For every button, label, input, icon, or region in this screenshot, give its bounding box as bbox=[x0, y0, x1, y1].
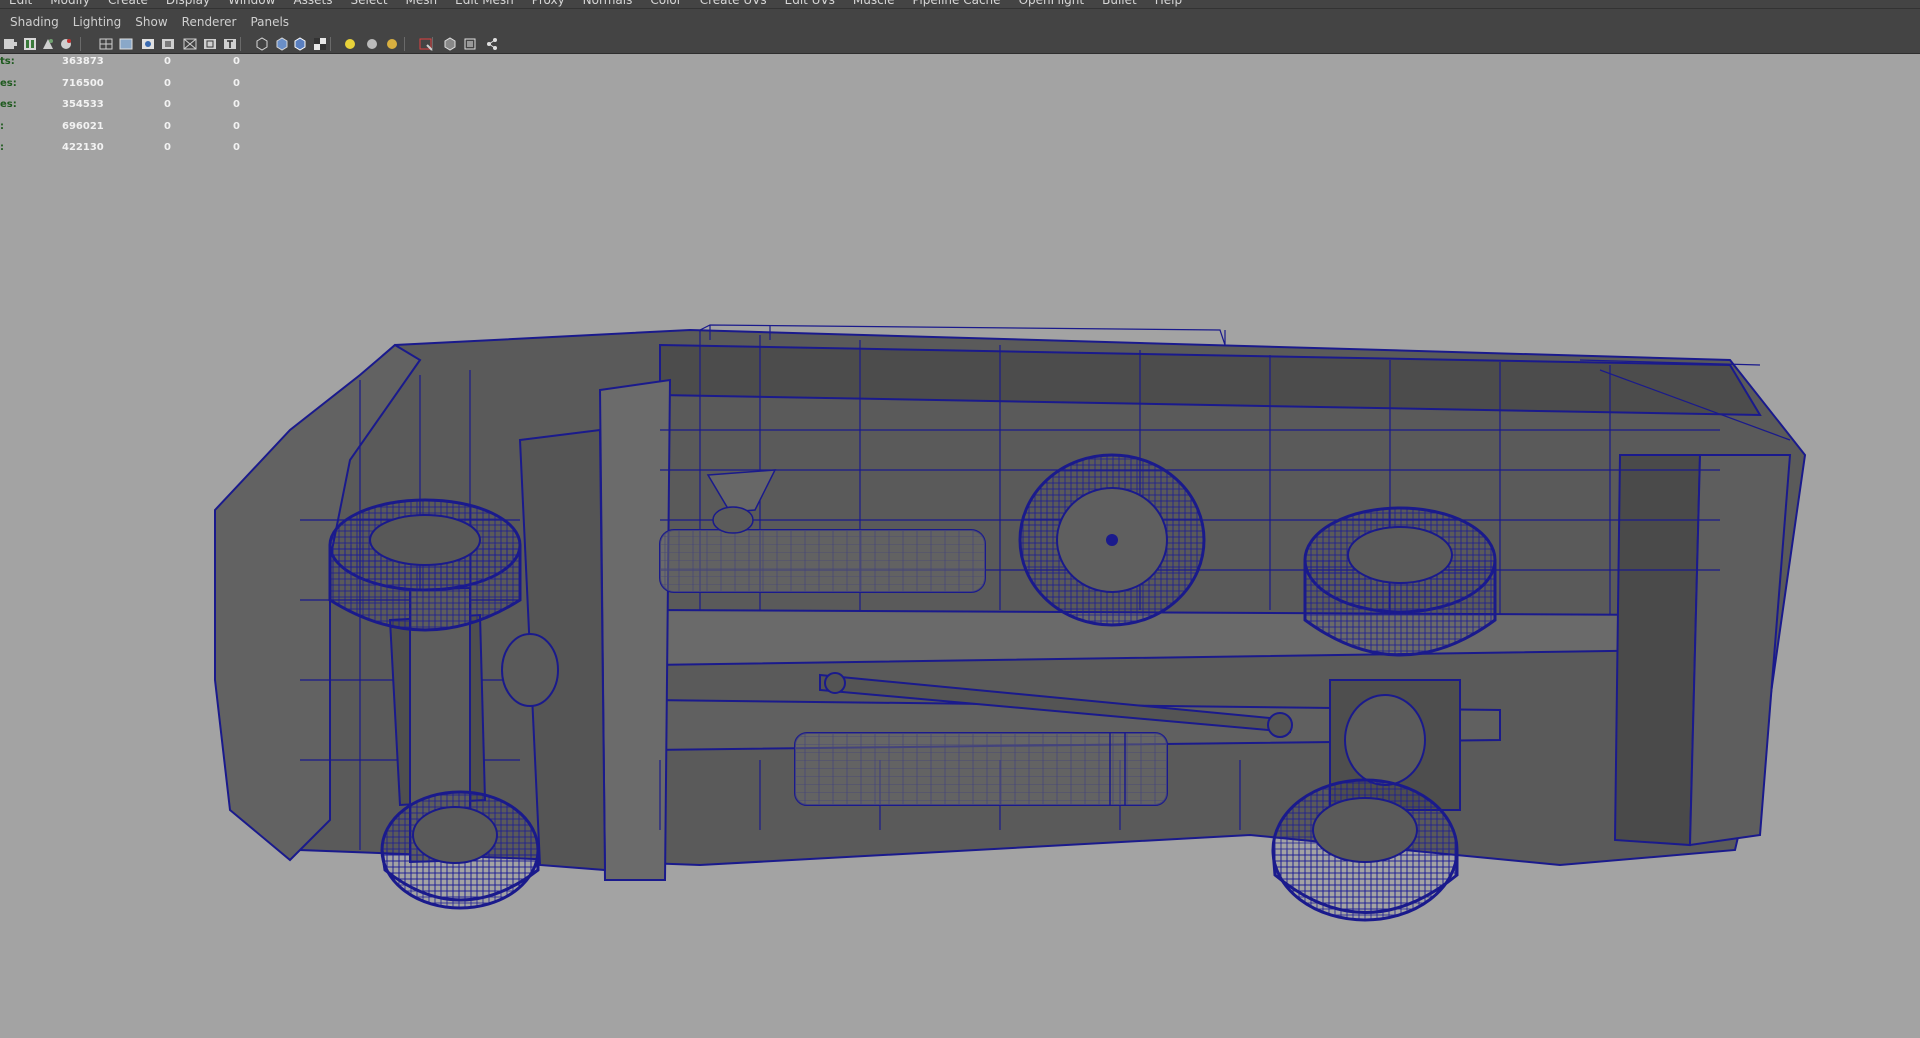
hud-label: : bbox=[0, 120, 4, 132]
hud-value: 363873 bbox=[62, 56, 104, 67]
main-menu-item[interactable]: Edit UVs bbox=[776, 0, 844, 7]
hud-value: 0 bbox=[164, 120, 171, 132]
hud-value: 0 bbox=[233, 77, 240, 89]
camera-attributes-icon[interactable] bbox=[22, 36, 38, 52]
shadows-icon[interactable] bbox=[364, 36, 380, 52]
panel-menu-item[interactable]: Lighting bbox=[67, 15, 130, 29]
main-menu-item[interactable]: Create UVs bbox=[691, 0, 776, 7]
panel-menu-bar: Shading Lighting Show Renderer Panels bbox=[0, 9, 1920, 34]
wheel-front-bottom bbox=[380, 790, 540, 910]
use-all-lights-icon[interactable] bbox=[342, 36, 358, 52]
resolution-gate-icon[interactable] bbox=[140, 36, 156, 52]
viewport-3d[interactable] bbox=[0, 55, 1920, 1038]
ambient-occlusion-icon[interactable] bbox=[384, 36, 400, 52]
main-menu-bar: Edit Modify Create Display Window Assets Selec… bbox=[0, 0, 1920, 9]
field-chart-icon[interactable] bbox=[182, 36, 198, 52]
wireframe-on-shaded-icon[interactable] bbox=[292, 36, 308, 52]
hud-label: es: bbox=[0, 77, 17, 89]
hud-value: 354533 bbox=[62, 99, 104, 110]
main-menu-item[interactable]: Edit Mesh bbox=[446, 0, 523, 7]
hud-value: 0 bbox=[164, 142, 171, 153]
hud-value: 0 bbox=[164, 99, 171, 110]
gate-mask-icon[interactable] bbox=[160, 36, 176, 52]
spare-tire bbox=[1018, 453, 1206, 627]
hud-value: 696021 bbox=[62, 120, 104, 132]
hud-value: 0 bbox=[233, 99, 240, 110]
hud-value: 716500 bbox=[62, 77, 104, 89]
main-menu-item[interactable]: Muscle bbox=[844, 0, 904, 7]
hud-row: es: 716500 0 0 bbox=[0, 77, 260, 91]
hud-label: : bbox=[0, 142, 4, 153]
panel-menu-item[interactable]: Panels bbox=[244, 15, 297, 29]
main-menu-item[interactable]: Select bbox=[342, 0, 397, 7]
hud-label: es: bbox=[0, 99, 17, 110]
hud-value: 0 bbox=[164, 56, 171, 67]
hud-row: es: 354533 0 0 bbox=[0, 98, 260, 112]
xray-icon[interactable] bbox=[442, 36, 458, 52]
toolbar-separator bbox=[404, 37, 405, 51]
maya-window: Edit Modify Create Display Window Assets Selec… bbox=[0, 0, 1920, 1038]
toolbar-separator bbox=[330, 37, 331, 51]
main-menu-item[interactable]: Bullet bbox=[1093, 0, 1146, 7]
wheel-front-top bbox=[328, 498, 522, 632]
truck-chassis-model[interactable] bbox=[0, 55, 1920, 1038]
upper-fuel-tank bbox=[659, 529, 986, 593]
main-menu-item[interactable]: Modify bbox=[41, 0, 99, 7]
main-menu-item[interactable]: Edit bbox=[0, 0, 41, 7]
main-menu-item[interactable]: Proxy bbox=[523, 0, 574, 7]
safe-title-icon[interactable] bbox=[222, 36, 238, 52]
toolbar-separator bbox=[432, 37, 433, 51]
panel-toolbar bbox=[0, 34, 1920, 54]
hud-value: 0 bbox=[233, 142, 240, 153]
image-plane-icon[interactable] bbox=[58, 36, 74, 52]
hud-value: 0 bbox=[164, 77, 171, 89]
hud-value: 0 bbox=[233, 120, 240, 132]
hud-value: 422130 bbox=[62, 142, 104, 153]
main-menu-item[interactable]: Normals bbox=[574, 0, 642, 7]
grid-icon[interactable] bbox=[98, 36, 114, 52]
wheel-rear-bottom bbox=[1271, 778, 1459, 922]
main-menu-item[interactable]: Color bbox=[641, 0, 690, 7]
main-menu-item[interactable]: Window bbox=[219, 0, 284, 7]
bookmark-icon[interactable] bbox=[40, 36, 56, 52]
panel-menu-item[interactable]: Show bbox=[129, 15, 175, 29]
lower-fuel-tank bbox=[794, 732, 1168, 806]
main-menu-item[interactable]: OpenFlight bbox=[1010, 0, 1094, 7]
main-menu-item[interactable]: Pipeline Cache bbox=[903, 0, 1009, 7]
xray-components-icon[interactable] bbox=[484, 36, 500, 52]
xray-joints-icon[interactable] bbox=[462, 36, 478, 52]
safe-action-icon[interactable] bbox=[202, 36, 218, 52]
hud-row: : 422130 0 0 bbox=[0, 141, 260, 155]
toolbar-separator bbox=[80, 37, 81, 51]
toolbar-separator bbox=[240, 37, 241, 51]
main-menu-item[interactable]: Assets bbox=[284, 0, 341, 7]
wheel-rear-top bbox=[1303, 506, 1497, 657]
film-gate-icon[interactable] bbox=[118, 36, 134, 52]
main-menu-item[interactable]: Create bbox=[99, 0, 157, 7]
hud-row: ts: 363873 0 0 bbox=[0, 55, 260, 69]
main-menu-item[interactable]: Display bbox=[157, 0, 219, 7]
panel-menu-item[interactable]: Shading bbox=[4, 15, 67, 29]
panel-menu-item[interactable]: Renderer bbox=[176, 15, 245, 29]
main-menu-item[interactable]: Mesh bbox=[397, 0, 447, 7]
hud-value: 0 bbox=[233, 56, 240, 67]
hud-row: : 696021 0 0 bbox=[0, 120, 260, 134]
select-camera-icon[interactable] bbox=[2, 36, 18, 52]
smooth-shade-icon[interactable] bbox=[274, 36, 290, 52]
textured-icon[interactable] bbox=[312, 36, 328, 52]
wireframe-icon[interactable] bbox=[254, 36, 270, 52]
hud-label: ts: bbox=[0, 56, 15, 67]
main-menu-item[interactable]: Help bbox=[1146, 0, 1191, 7]
